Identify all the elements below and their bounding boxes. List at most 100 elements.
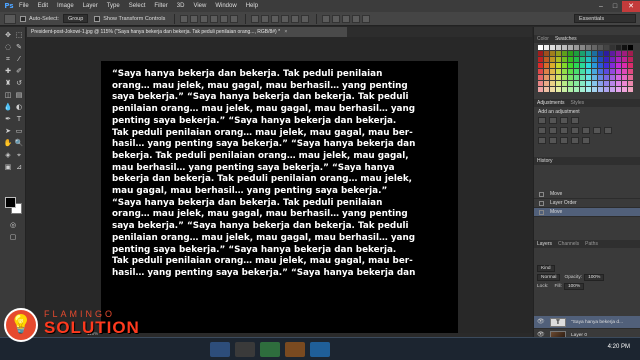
color-swatch[interactable]	[562, 63, 567, 68]
color-swatch[interactable]	[538, 45, 543, 50]
exposure-icon[interactable]	[571, 117, 579, 124]
color-swatch[interactable]	[622, 81, 627, 86]
color-swatch[interactable]	[586, 57, 591, 62]
color-swatch[interactable]	[598, 75, 603, 80]
visibility-eye-icon[interactable]: 👁	[537, 316, 545, 328]
distribute-middle-icon[interactable]	[261, 14, 270, 23]
color-swatch[interactable]	[556, 57, 561, 62]
color-swatch[interactable]	[616, 81, 621, 86]
levels-icon[interactable]	[549, 117, 557, 124]
color-swatch[interactable]	[562, 87, 567, 92]
color-swatch[interactable]	[604, 45, 609, 50]
tab-color[interactable]: Color	[537, 36, 549, 42]
channel-mixer-icon[interactable]	[593, 127, 601, 134]
close-icon[interactable]: ×	[284, 29, 287, 35]
color-swatch[interactable]	[592, 45, 597, 50]
color-swatch[interactable]	[628, 75, 633, 80]
blend-mode-dropdown[interactable]: Normal	[537, 274, 561, 281]
crop-tool-icon[interactable]: ⌗	[3, 55, 13, 64]
taskbar-app-icon[interactable]	[260, 342, 280, 357]
black-white-icon[interactable]	[571, 127, 579, 134]
color-swatch[interactable]	[544, 57, 549, 62]
menu-select[interactable]: Select	[129, 3, 146, 9]
marquee-tool-icon[interactable]: ⬚	[14, 31, 24, 40]
distribute-center-icon[interactable]	[291, 14, 300, 23]
color-swatch[interactable]	[568, 45, 573, 50]
color-swatch[interactable]	[622, 63, 627, 68]
3d-scale-icon[interactable]	[362, 14, 371, 23]
type-tool-icon[interactable]: T	[14, 115, 24, 124]
color-swatch[interactable]	[580, 45, 585, 50]
color-swatch[interactable]	[550, 57, 555, 62]
color-swatch[interactable]	[610, 81, 615, 86]
color-swatch[interactable]	[604, 51, 609, 56]
color-swatch[interactable]	[598, 63, 603, 68]
color-swatch[interactable]	[544, 45, 549, 50]
color-lookup-icon[interactable]	[604, 127, 612, 134]
distribute-top-icon[interactable]	[251, 14, 260, 23]
color-swatch[interactable]	[610, 69, 615, 74]
tab-channels[interactable]: Channels	[558, 241, 579, 247]
history-item[interactable]: Move	[534, 208, 640, 217]
3d-slide-icon[interactable]	[352, 14, 361, 23]
color-swatch[interactable]	[586, 81, 591, 86]
color-swatch[interactable]	[556, 87, 561, 92]
distribute-right-icon[interactable]	[301, 14, 310, 23]
history-item[interactable]: Move	[534, 190, 640, 199]
color-swatch[interactable]	[622, 51, 627, 56]
color-swatch[interactable]	[550, 69, 555, 74]
color-swatch[interactable]	[574, 75, 579, 80]
color-swatch[interactable]	[592, 51, 597, 56]
color-swatch[interactable]	[628, 63, 633, 68]
color-swatch[interactable]	[628, 87, 633, 92]
3d-rotate-icon[interactable]	[322, 14, 331, 23]
document-canvas[interactable]: “Saya hanya bekerja dan bekerja. Tak ped…	[101, 61, 458, 333]
color-swatch[interactable]	[556, 45, 561, 50]
color-swatch[interactable]	[616, 57, 621, 62]
color-swatch[interactable]	[568, 69, 573, 74]
align-left-icon[interactable]	[210, 14, 219, 23]
history-brush-tool-icon[interactable]: ↺	[14, 79, 24, 88]
color-swatch[interactable]	[598, 57, 603, 62]
color-swatch[interactable]	[562, 45, 567, 50]
selective-color-icon[interactable]	[582, 137, 590, 144]
color-swatch[interactable]	[610, 75, 615, 80]
color-swatch[interactable]	[568, 57, 573, 62]
close-button[interactable]: ✕	[622, 0, 640, 12]
3d-camera-tool-icon[interactable]: ⌖	[14, 151, 24, 160]
align-top-icon[interactable]	[180, 14, 189, 23]
pen-tool-icon[interactable]: ✒	[3, 115, 13, 124]
color-swatch[interactable]	[568, 63, 573, 68]
taskbar-app-icon[interactable]	[210, 342, 230, 357]
color-swatch[interactable]	[592, 87, 597, 92]
system-clock[interactable]: 4:20 PM	[608, 344, 630, 350]
gradient-map-icon[interactable]	[571, 137, 579, 144]
color-swatch[interactable]	[556, 51, 561, 56]
note-tool-icon[interactable]: ▣	[3, 163, 13, 172]
color-swatch[interactable]	[628, 81, 633, 86]
color-swatch[interactable]	[598, 87, 603, 92]
eraser-tool-icon[interactable]: ◫	[3, 91, 13, 100]
3d-tool-icon[interactable]: ◈	[3, 151, 13, 160]
quick-mask-icon[interactable]: ◎	[8, 221, 18, 230]
color-swatch[interactable]	[538, 63, 543, 68]
color-swatch[interactable]	[562, 81, 567, 86]
color-swatch[interactable]	[550, 63, 555, 68]
swatches-grid[interactable]	[538, 45, 638, 95]
color-swatch[interactable]	[556, 69, 561, 74]
tab-swatches[interactable]: Swatches	[555, 36, 577, 42]
color-swatch[interactable]	[580, 75, 585, 80]
color-swatch[interactable]	[580, 81, 585, 86]
color-swatch[interactable]	[562, 69, 567, 74]
layer-row[interactable]: 👁 T "Saya hanya bekerja d...	[534, 316, 640, 329]
color-swatch[interactable]	[598, 51, 603, 56]
rectangle-tool-icon[interactable]: ▭	[14, 127, 24, 136]
move-tool-icon[interactable]: ✥	[3, 31, 13, 40]
hand-tool-icon[interactable]: ✋	[3, 139, 13, 148]
menu-edit[interactable]: Edit	[38, 3, 48, 9]
color-swatch[interactable]	[538, 69, 543, 74]
eyedropper-tool-icon[interactable]: ⁄	[14, 55, 24, 64]
color-swatch[interactable]	[544, 81, 549, 86]
lasso-tool-icon[interactable]: ◌	[3, 43, 13, 52]
ruler-tool-icon[interactable]: ⊿	[14, 163, 24, 172]
